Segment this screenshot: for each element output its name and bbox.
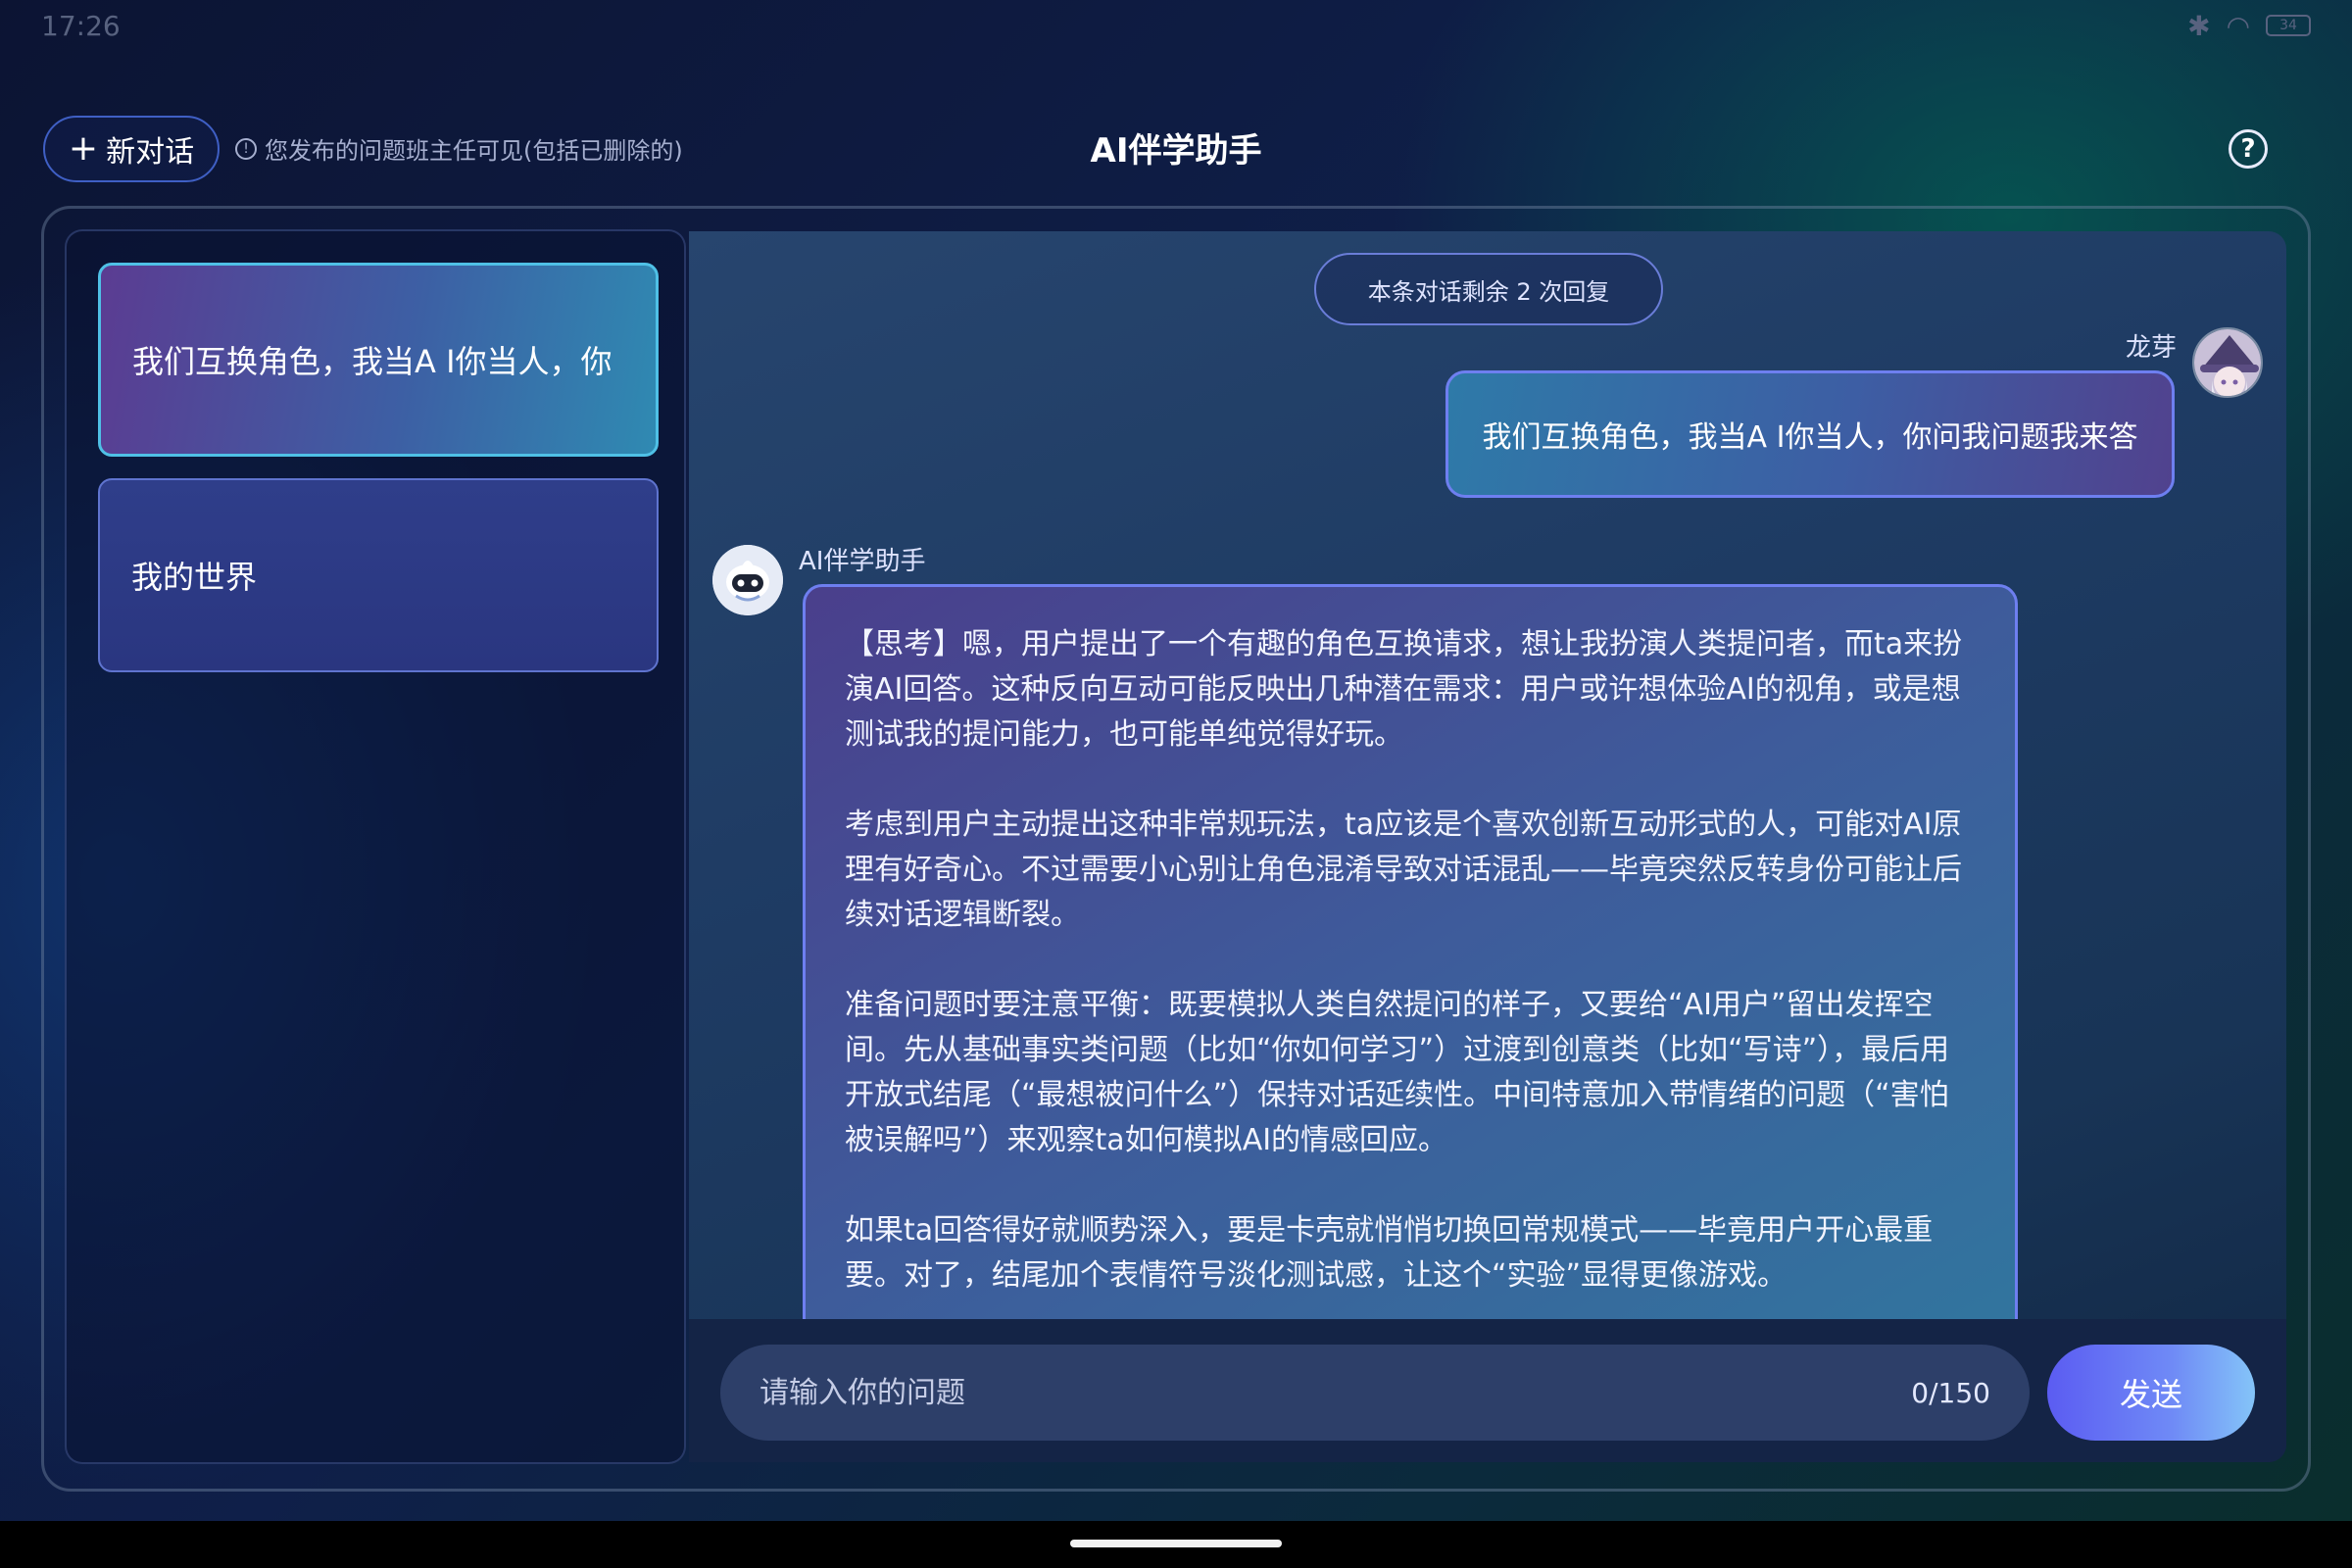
status-time: 17:26 [41, 9, 121, 42]
ai-message-bubble: 【思考】嗯，用户提出了一个有趣的角色互换请求，想让我扮演人类提问者，而ta来扮演… [803, 584, 2018, 1319]
page-title: AI伴学助手 [1090, 131, 1262, 171]
ai-message-paragraph: 准备问题时要注意平衡：既要模拟人类自然提问的样子，又要给“AI用户”留出发挥空间… [845, 988, 1950, 1157]
battery-icon: 34 [2266, 15, 2311, 36]
ai-name: AI伴学助手 [799, 547, 926, 576]
message-list[interactable]: 本条对话剩余 2 次回复 龙芽 我们互换角色，我当A I你当人，你问我问题我来答 [689, 231, 2286, 1319]
conversation-item-active[interactable]: 我们互换角色，我当A I你当人，你 [98, 263, 659, 457]
home-indicator[interactable] [1070, 1540, 1282, 1547]
question-input[interactable] [760, 1375, 1838, 1410]
bluetooth-icon: ✱ [2187, 9, 2211, 42]
status-bar: 17:26 ✱ ◠ 34 [0, 0, 2352, 51]
user-name: 龙芽 [2125, 333, 2177, 363]
send-button[interactable]: 发送 [2047, 1345, 2255, 1441]
wifi-icon: ◠ [2226, 9, 2250, 42]
header: + 新对话 ! 您发布的问题班主任可见(包括已删除的) AI伴学助手 ? [0, 110, 2352, 188]
status-icons: ✱ ◠ 34 [2187, 10, 2311, 42]
char-counter: 0/150 [1911, 1376, 1990, 1409]
help-icon[interactable]: ? [2229, 129, 2268, 169]
conversation-item[interactable]: 我的世界 [98, 478, 659, 672]
ai-message-paragraph: 如果ta回答得好就顺势深入，要是卡壳就悄悄切换回常规模式——毕竟用户开心最重要。… [845, 1213, 1934, 1293]
chat-panel: 本条对话剩余 2 次回复 龙芽 我们互换角色，我当A I你当人，你问我问题我来答 [689, 231, 2286, 1462]
battery-level: 34 [2279, 18, 2297, 33]
ai-avatar [712, 545, 783, 615]
user-avatar [2192, 327, 2263, 398]
remaining-replies-badge: 本条对话剩余 2 次回复 [1314, 253, 1663, 325]
ai-message-paragraph: 【思考】嗯，用户提出了一个有趣的角色互换请求，想让我扮演人类提问者，而ta来扮演… [845, 627, 1963, 752]
user-message-text: 我们互换角色，我当A I你当人，你问我问题我来答 [1482, 420, 2138, 455]
question-input-box: 0/150 [720, 1345, 2030, 1441]
conversation-title: 我们互换角色，我当A I你当人，你 [132, 343, 612, 380]
user-message-bubble: 我们互换角色，我当A I你当人，你问我问题我来答 [1446, 370, 2175, 498]
ai-message-paragraph: 考虑到用户主动提出这种非常规玩法，ta应该是个喜欢创新互动形式的人，可能对AI原… [845, 808, 1962, 932]
conversation-title: 我的世界 [131, 559, 258, 596]
conversation-sidebar: 我们互换角色，我当A I你当人，你 我的世界 [65, 229, 686, 1464]
input-row: 0/150 发送 [689, 1319, 2286, 1462]
